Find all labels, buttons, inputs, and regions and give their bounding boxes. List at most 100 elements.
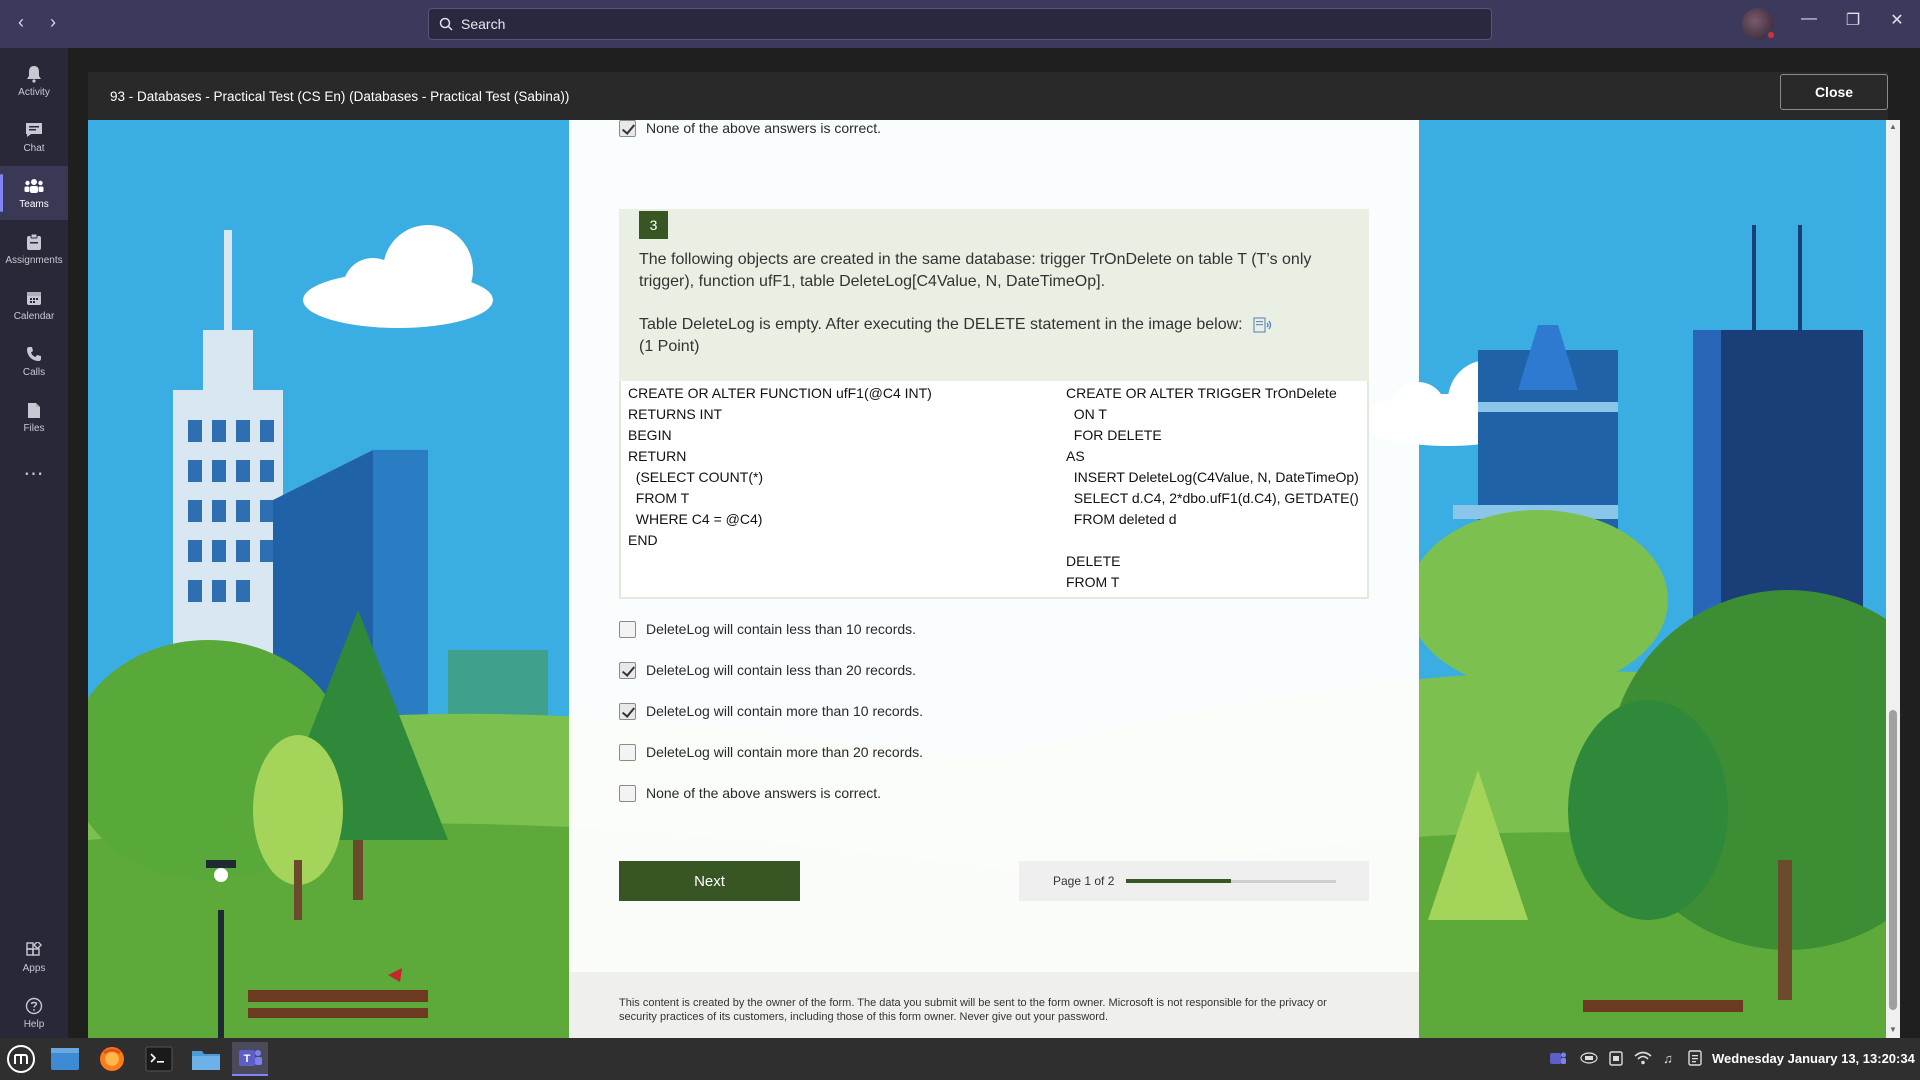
more-apps-icon[interactable]: ⋯ [0,446,68,500]
rail-label: Help [23,1019,45,1030]
rail-label: Files [23,423,45,434]
taskbar: T ♫ Wednesday January 13, 13:20:34 [0,1038,1920,1080]
rail-item-teams[interactable]: Teams [0,166,68,220]
rail-item-calls[interactable]: Calls [0,334,68,388]
option-checkbox[interactable] [619,703,636,720]
code-line: (SELECT COUNT(*) [628,469,764,485]
calendar-icon [24,288,44,308]
music-icon[interactable]: ♫ [1659,1049,1677,1067]
desktop-icon[interactable] [47,1042,83,1076]
scrollbar[interactable]: ▲ ▼ [1886,120,1900,1038]
notes-icon[interactable] [1686,1049,1704,1067]
restore-icon[interactable]: ❐ [1838,10,1868,30]
rail-label: Activity [18,87,50,98]
firefox-icon[interactable] [94,1042,130,1076]
code-line: SELECT d.C4, 2*dbo.ufF1(d.C4), GETDATE() [1066,490,1359,506]
immersive-reader-icon[interactable] [1253,316,1273,334]
form-footer: This content is created by the owner of … [569,972,1419,1038]
files-icon [24,400,44,420]
help-icon [24,996,44,1016]
code-line: CREATE OR ALTER TRIGGER TrOnDelete [1066,385,1337,401]
progress-fill [1126,879,1231,883]
file-manager-icon[interactable] [188,1042,224,1076]
option-checkbox[interactable] [619,744,636,761]
code-image: CREATE OR ALTER FUNCTION ufF1(@C4 INT) R… [619,381,1369,599]
search-placeholder: Search [461,16,506,32]
next-button[interactable]: Next [619,861,800,901]
intel-icon[interactable] [1580,1049,1598,1067]
code-line: RETURNS INT [628,406,723,422]
rail-label: Chat [23,143,45,154]
rail-item-help[interactable]: Help [0,986,68,1040]
search-input[interactable]: Search [428,8,1492,40]
code-line: FROM T [628,490,690,506]
teams-icon [24,176,44,196]
code-line: END [628,532,658,548]
rail-item-chat[interactable]: Chat [0,110,68,164]
code-line: INSERT DeleteLog(C4Value, N, DateTimeOp) [1066,469,1359,485]
rail-item-apps[interactable]: Apps [0,930,68,984]
assignments-icon [24,232,44,252]
close-window-icon[interactable]: ✕ [1882,10,1912,30]
prev-option-label: None of the above answers is correct. [646,120,882,136]
clipboard-icon[interactable] [1607,1049,1625,1067]
teams-tray-icon[interactable] [1549,1049,1567,1067]
rail-label: Assignments [5,255,63,266]
bell-icon [24,64,44,84]
terminal-icon[interactable] [141,1042,177,1076]
rail-item-files[interactable]: Files [0,390,68,444]
option-label: DeleteLog will contain less than 10 reco… [646,621,917,637]
dialog-title: 93 - Databases - Practical Test (CS En) … [110,88,570,104]
option-checkbox[interactable] [619,621,636,638]
code-line: WHERE C4 = @C4) [628,511,763,527]
question-subtext-line: Table DeleteLog is empty. After executin… [639,316,1243,333]
start-menu-icon[interactable] [3,1042,39,1076]
chat-icon [24,120,44,140]
option-label: DeleteLog will contain more than 20 reco… [646,744,924,760]
clock[interactable]: Wednesday January 13, 13:20:34 [1712,1051,1915,1066]
rail-item-activity[interactable]: Activity [0,54,68,108]
status-dot [1766,30,1776,40]
scroll-thumb[interactable] [1889,710,1897,1010]
rail-label: Teams [19,199,49,210]
wifi-icon[interactable] [1634,1049,1652,1067]
minimize-icon[interactable]: — [1794,10,1824,28]
close-button[interactable]: Close [1780,74,1888,110]
svg-text:T: T [244,1053,251,1065]
question-block: 3 The following objects are created in t… [619,209,1369,381]
progress-track [1126,879,1336,883]
prev-option-checkbox[interactable] [619,120,636,137]
option-label: None of the above answers is correct. [646,785,882,801]
back-arrow-icon[interactable]: ‹ [12,12,30,33]
nav-arrows: ‹ › [12,12,62,33]
teams-app-icon[interactable]: T [232,1042,268,1076]
rail-item-assignments[interactable]: Assignments [0,222,68,276]
code-line: DELETE [1066,553,1121,569]
footer-disclaimer: This content is created by the owner of … [619,997,1327,1023]
option-label: DeleteLog will contain more than 10 reco… [646,703,924,719]
form-panel: None of the above answers is correct. 3 … [569,120,1419,1038]
app-rail: Activity Chat Teams Assignments Calendar… [0,48,68,1038]
search-icon [439,17,453,31]
rail-label: Apps [22,963,46,974]
option-checkbox[interactable] [619,662,636,679]
question-subtext: Table DeleteLog is empty. After executin… [639,314,1329,358]
question-number: 3 [639,211,668,239]
page-indicator: Page 1 of 2 [1053,874,1115,888]
question-points: (1 Point) [639,338,700,355]
code-line: FROM T [1066,574,1120,590]
scroll-down-icon[interactable]: ▼ [1888,1025,1898,1034]
scroll-up-icon[interactable]: ▲ [1888,122,1898,131]
option-checkbox[interactable] [619,785,636,802]
option-label: DeleteLog will contain less than 20 reco… [646,662,917,678]
code-line: CREATE OR ALTER FUNCTION ufF1(@C4 INT) [628,385,932,401]
phone-icon [24,344,44,364]
title-bar: ‹ › Search — ❐ ✕ [0,0,1920,48]
page-progress: Page 1 of 2 [1019,861,1369,901]
code-line: BEGIN [628,427,672,443]
apps-icon [24,940,44,960]
forward-arrow-icon[interactable]: › [44,12,62,33]
code-line: AS [1066,448,1085,464]
rail-item-calendar[interactable]: Calendar [0,278,68,332]
rail-label: Calls [22,367,46,378]
